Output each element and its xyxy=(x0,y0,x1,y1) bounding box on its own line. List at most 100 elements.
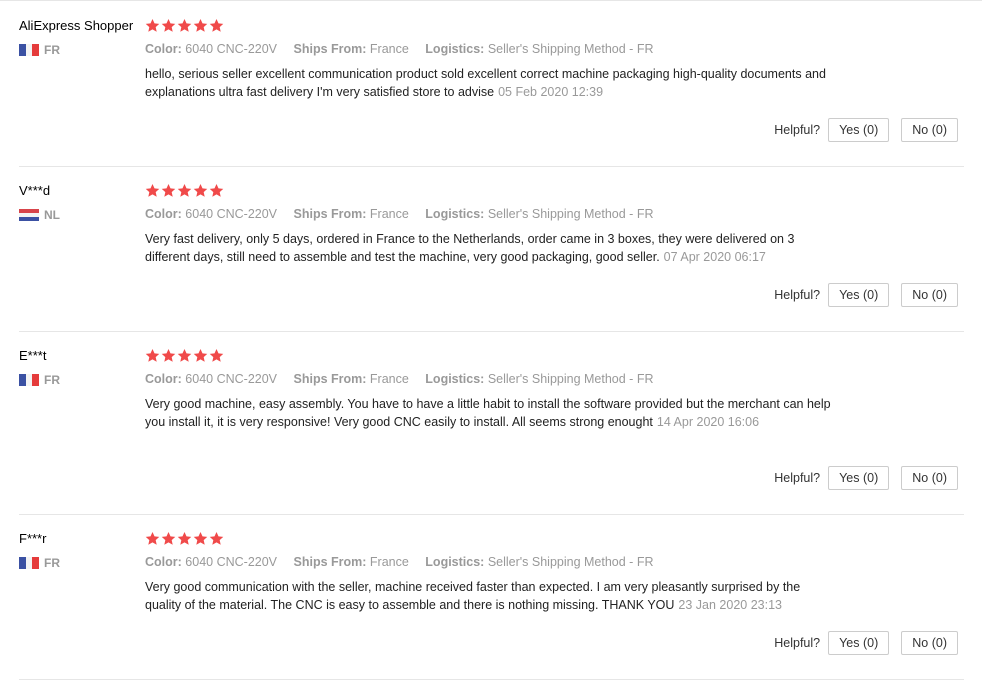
star-icon xyxy=(161,531,176,545)
helpful-no-button[interactable]: No (0) xyxy=(901,283,958,307)
star-rating xyxy=(145,18,835,35)
country-code: NL xyxy=(44,208,60,222)
review-text: Very good communication with the seller,… xyxy=(145,578,835,614)
order-details: Color: 6040 CNC-220V Ships From: France … xyxy=(145,554,835,570)
reviewer-info: AliExpress Shopper FR xyxy=(19,18,139,57)
review-date: 07 Apr 2020 06:17 xyxy=(663,250,766,264)
helpful-no-button[interactable]: No (0) xyxy=(901,466,958,490)
order-details: Color: 6040 CNC-220V Ships From: France … xyxy=(145,371,835,387)
review-item: F***r FR Color: 6040 CNC-220V Ships From… xyxy=(19,531,964,680)
country-code: FR xyxy=(44,43,60,57)
reviewer-country: FR xyxy=(19,43,139,57)
reviewer-name: AliExpress Shopper xyxy=(19,18,134,33)
review-date: 05 Feb 2020 12:39 xyxy=(498,85,604,99)
france-flag-icon xyxy=(19,374,40,386)
france-flag-icon xyxy=(19,557,40,569)
star-icon xyxy=(193,348,208,362)
star-icon xyxy=(161,183,176,197)
color-label: Color: xyxy=(145,372,182,386)
helpful-yes-button[interactable]: Yes (0) xyxy=(828,118,890,142)
logistics-label: Logistics: xyxy=(425,555,485,569)
helpful-label: Helpful? xyxy=(774,123,821,137)
logistics-value: Seller's Shipping Method - FR xyxy=(487,207,654,221)
helpful-label: Helpful? xyxy=(774,288,821,302)
helpful-controls: Helpful? Yes (0) No (0) xyxy=(774,118,958,142)
ships-from-label: Ships From: xyxy=(293,42,367,56)
review-item: E***t FR Color: 6040 CNC-220V Ships From… xyxy=(19,348,964,515)
review-item: AliExpress Shopper FR Color: 6040 CNC-22… xyxy=(19,18,964,167)
color-label: Color: xyxy=(145,42,182,56)
logistics-value: Seller's Shipping Method - FR xyxy=(487,555,654,569)
star-icon xyxy=(145,348,160,362)
review-text: hello, serious seller excellent communic… xyxy=(145,65,835,101)
color-value: 6040 CNC-220V xyxy=(185,555,278,569)
reviewer-info: E***t FR xyxy=(19,348,139,387)
star-icon xyxy=(177,531,192,545)
review-content: Color: 6040 CNC-220V Ships From: France … xyxy=(145,18,835,101)
color-value: 6040 CNC-220V xyxy=(185,207,278,221)
helpful-label: Helpful? xyxy=(774,636,821,650)
ships-from-label: Ships From: xyxy=(293,555,367,569)
helpful-controls: Helpful? Yes (0) No (0) xyxy=(774,283,958,307)
star-icon xyxy=(161,348,176,362)
review-date: 23 Jan 2020 23:13 xyxy=(678,598,782,612)
ships-from-label: Ships From: xyxy=(293,372,367,386)
reviewer-country: FR xyxy=(19,556,139,570)
reviewer-country: FR xyxy=(19,373,139,387)
netherlands-flag-icon xyxy=(19,209,39,221)
review-body: hello, serious seller excellent communic… xyxy=(145,67,826,99)
helpful-yes-button[interactable]: Yes (0) xyxy=(828,283,890,307)
ships-from-label: Ships From: xyxy=(293,207,367,221)
star-rating xyxy=(145,531,835,548)
logistics-label: Logistics: xyxy=(425,42,485,56)
star-icon xyxy=(177,183,192,197)
reviewer-info: F***r FR xyxy=(19,531,139,570)
review-content: Color: 6040 CNC-220V Ships From: France … xyxy=(145,183,835,266)
ships-from-value: France xyxy=(369,42,409,56)
ships-from-value: France xyxy=(369,372,409,386)
helpful-no-button[interactable]: No (0) xyxy=(901,631,958,655)
order-details: Color: 6040 CNC-220V Ships From: France … xyxy=(145,41,835,57)
star-icon xyxy=(209,183,224,197)
reviewer-name: F***r xyxy=(19,531,47,546)
reviewer-name: V***d xyxy=(19,183,51,198)
review-text: Very fast delivery, only 5 days, ordered… xyxy=(145,230,835,266)
star-rating xyxy=(145,348,835,365)
logistics-label: Logistics: xyxy=(425,372,485,386)
helpful-label: Helpful? xyxy=(774,471,821,485)
helpful-yes-button[interactable]: Yes (0) xyxy=(828,466,890,490)
top-divider xyxy=(0,0,982,1)
helpful-controls: Helpful? Yes (0) No (0) xyxy=(774,466,958,490)
helpful-no-button[interactable]: No (0) xyxy=(901,118,958,142)
reviewer-info: V***d NL xyxy=(19,183,139,222)
ships-from-value: France xyxy=(369,555,409,569)
star-icon xyxy=(177,18,192,32)
star-icon xyxy=(161,18,176,32)
color-value: 6040 CNC-220V xyxy=(185,372,278,386)
country-code: FR xyxy=(44,373,60,387)
color-value: 6040 CNC-220V xyxy=(185,42,278,56)
star-icon xyxy=(209,18,224,32)
helpful-controls: Helpful? Yes (0) No (0) xyxy=(774,631,958,655)
reviewer-country: NL xyxy=(19,208,139,222)
color-label: Color: xyxy=(145,555,182,569)
review-text: Very good machine, easy assembly. You ha… xyxy=(145,395,835,431)
star-icon xyxy=(209,348,224,362)
helpful-yes-button[interactable]: Yes (0) xyxy=(828,631,890,655)
star-icon xyxy=(145,183,160,197)
star-icon xyxy=(177,348,192,362)
review-content: Color: 6040 CNC-220V Ships From: France … xyxy=(145,348,835,431)
color-label: Color: xyxy=(145,207,182,221)
star-icon xyxy=(145,531,160,545)
star-icon xyxy=(193,531,208,545)
review-date: 14 Apr 2020 16:06 xyxy=(656,415,760,429)
star-icon xyxy=(193,183,208,197)
reviewer-name: E***t xyxy=(19,348,47,363)
star-icon xyxy=(145,18,160,32)
ships-from-value: France xyxy=(369,207,409,221)
review-content: Color: 6040 CNC-220V Ships From: France … xyxy=(145,531,835,614)
star-icon xyxy=(209,531,224,545)
logistics-value: Seller's Shipping Method - FR xyxy=(487,372,654,386)
logistics-label: Logistics: xyxy=(425,207,485,221)
star-icon xyxy=(193,18,208,32)
